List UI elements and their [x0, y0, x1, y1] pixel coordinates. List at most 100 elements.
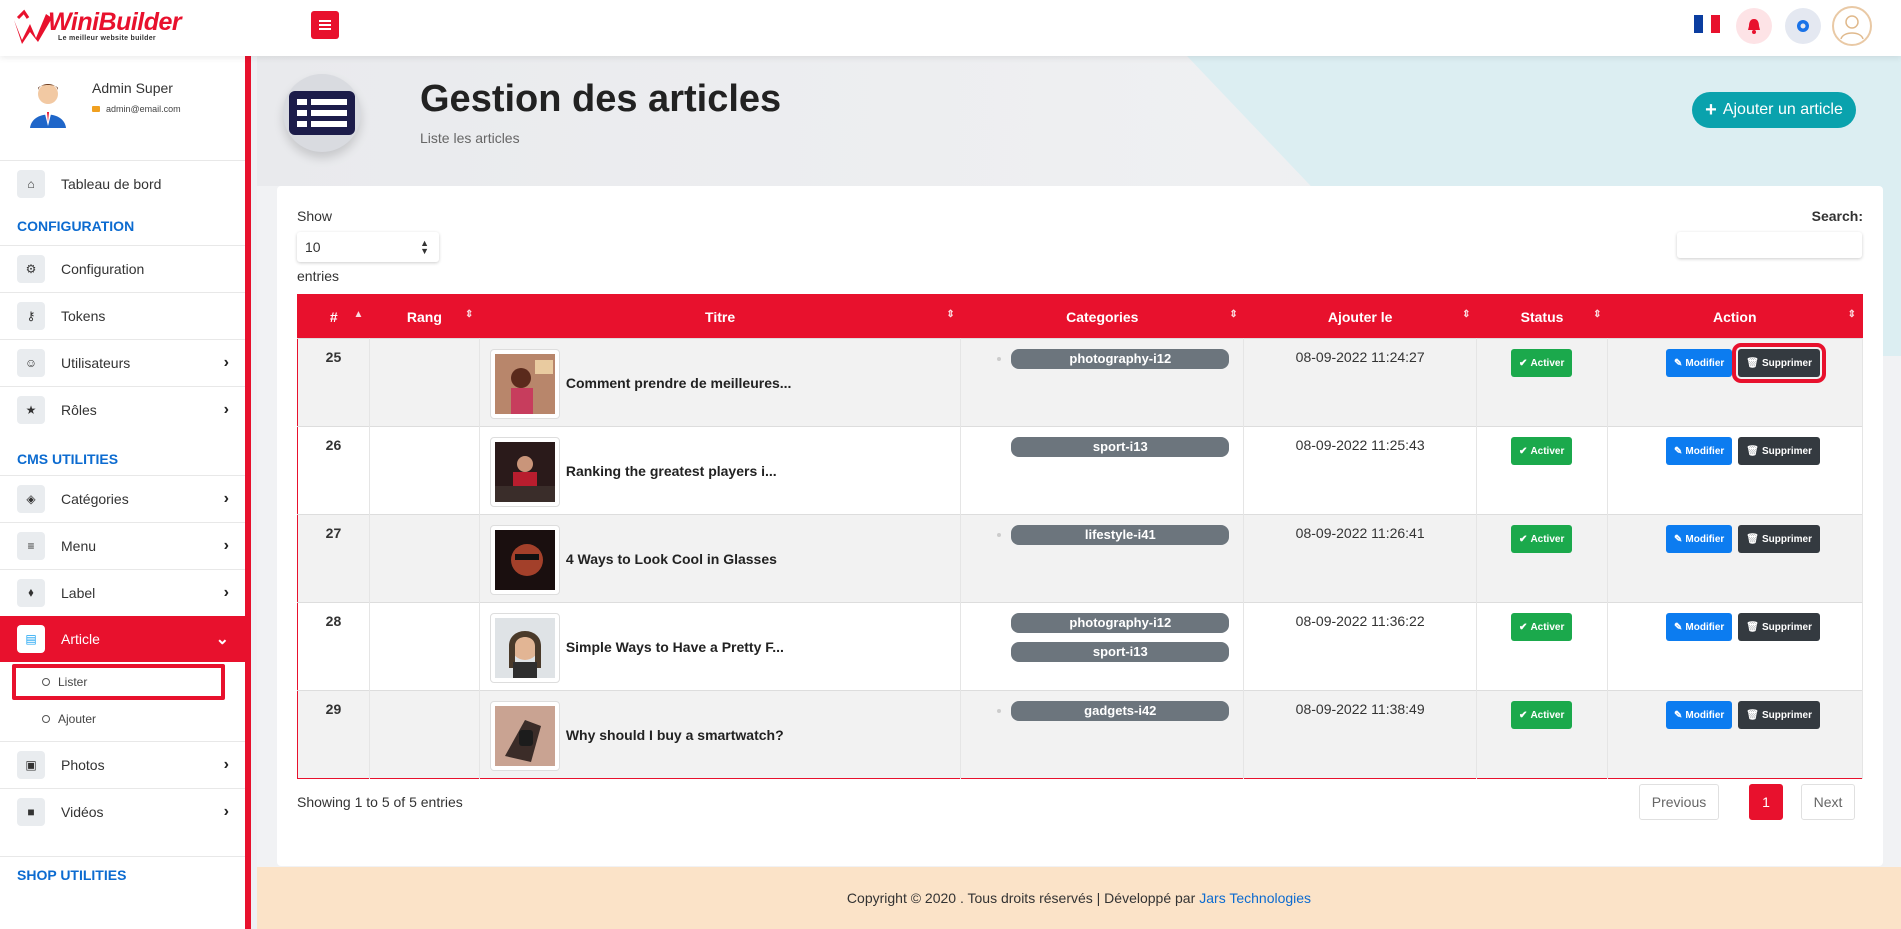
star-icon: ★	[17, 395, 45, 424]
edit-button[interactable]: ✎ Modifier	[1666, 525, 1733, 553]
search-label: Search:	[1811, 208, 1863, 224]
cell-id: 28	[297, 602, 370, 691]
page-1-button[interactable]: 1	[1749, 784, 1783, 820]
sidebar-item-categories[interactable]: ◈ Catégories ›	[0, 475, 245, 521]
menu-toggle-button[interactable]	[311, 11, 339, 39]
sidebar-item-label: Menu	[61, 537, 97, 554]
previous-page-button[interactable]: Previous	[1639, 784, 1719, 820]
article-title: Comment prendre de meilleures...	[565, 375, 792, 391]
sidebar-item-label: Catégories	[61, 490, 129, 507]
cell-actions: ✎ Modifier 🗑 Supprimer	[1607, 426, 1863, 515]
column-header-titre[interactable]: Titre ⇕	[479, 295, 960, 339]
article-thumbnail	[489, 701, 560, 771]
sort-icon: ⇕	[1462, 309, 1471, 320]
article-thumbnail	[489, 437, 560, 507]
article-title: Simple Ways to Have a Pretty F...	[565, 639, 784, 655]
status-activer-button[interactable]: ✔ Activer	[1511, 525, 1573, 553]
edit-button[interactable]: ✎ Modifier	[1666, 349, 1733, 377]
chevron-right-icon: ›	[223, 583, 229, 601]
article-title: Ranking the greatest players i...	[565, 463, 777, 479]
next-page-button[interactable]: Next	[1801, 784, 1855, 820]
thumbnail-image	[494, 530, 555, 590]
status-activer-button[interactable]: ✔ Activer	[1511, 437, 1573, 465]
status-label: Activer	[1530, 357, 1565, 369]
page-footer: Copyright © 2020 . Tous droits réservés …	[257, 867, 1901, 929]
delete-button[interactable]: 🗑 Supprimer	[1738, 613, 1820, 641]
column-header-rang[interactable]: Rang ⇕	[369, 295, 479, 339]
tags-icon: ⬧	[17, 578, 45, 607]
status-activer-button[interactable]: ✔ Activer	[1511, 349, 1573, 377]
chevron-right-icon: ›	[223, 400, 229, 418]
sidebar-subitem-ajouter[interactable]: Ajouter	[12, 701, 225, 737]
add-article-button[interactable]: + Ajouter un article	[1692, 92, 1856, 128]
page-subtitle: Liste les articles	[420, 130, 520, 146]
logo-tagline: Le meilleur website builder	[58, 35, 156, 42]
sidebar-subitem-lister[interactable]: Lister	[12, 664, 225, 700]
sort-icon: ⇕	[464, 309, 474, 320]
status-activer-button[interactable]: ✔ Activer	[1511, 701, 1573, 729]
trash-icon: 🗑	[1746, 621, 1759, 633]
sidebar-item-utilisateurs[interactable]: ☺ Utilisateurs ›	[0, 339, 245, 385]
column-header-id[interactable]: # ▲	[298, 295, 370, 339]
search-input[interactable]	[1677, 232, 1862, 258]
cell-date: 08-09-2022 11:38:49	[1243, 690, 1478, 779]
cell-id: 29	[297, 690, 370, 779]
home-icon: ⌂	[17, 169, 45, 198]
top-navbar: WiniBuilder Le meilleur website builder	[0, 0, 1901, 56]
cell-title: Why should I buy a smartwatch?	[479, 690, 962, 779]
column-header-date[interactable]: Ajouter le ⇕	[1244, 295, 1477, 339]
delete-button[interactable]: 🗑 Supprimer	[1738, 437, 1820, 465]
status-activer-button[interactable]: ✔ Activer	[1511, 613, 1573, 641]
delete-button[interactable]: 🗑 Supprimer	[1738, 525, 1820, 553]
column-header-status[interactable]: Status ⇕	[1477, 295, 1608, 339]
sidebar-item-roles[interactable]: ★ Rôles ›	[0, 386, 245, 432]
brand-logo[interactable]: WiniBuilder Le meilleur website builder	[12, 4, 182, 48]
column-header-action[interactable]: Action ⇕	[1608, 295, 1863, 339]
trash-icon: 🗑	[1746, 533, 1759, 545]
delete-button[interactable]: 🗑 Supprimer	[1738, 701, 1820, 729]
edit-icon: ✎	[1674, 445, 1683, 457]
user-menu-avatar[interactable]	[1832, 6, 1872, 46]
sort-icon: ⇕	[946, 309, 955, 320]
category-badge: lifestyle-i41	[997, 525, 1230, 545]
chevron-right-icon: ›	[223, 755, 229, 773]
notifications-button[interactable]	[1736, 8, 1772, 44]
chevron-right-icon: ›	[223, 802, 229, 820]
cell-date: 08-09-2022 11:24:27	[1243, 338, 1478, 427]
category-name: sport-i13	[1092, 644, 1148, 659]
edit-button[interactable]: ✎ Modifier	[1666, 437, 1733, 465]
cell-actions: ✎ Modifier 🗑 Supprimer	[1607, 514, 1863, 603]
company-link[interactable]: Jars Technologies	[1199, 890, 1311, 906]
sidebar-item-videos[interactable]: ■ Vidéos ›	[0, 788, 245, 834]
edit-label: Modifier	[1685, 621, 1725, 633]
language-flag-icon[interactable]	[1694, 15, 1721, 33]
page-size-select[interactable]: 10 ▲ ▼	[297, 232, 439, 262]
entries-label: entries	[297, 268, 340, 284]
sidebar-item-label-menu[interactable]: ⬧ Label ›	[0, 569, 245, 615]
category-name: gadgets-i42	[1084, 703, 1157, 718]
edit-button[interactable]: ✎ Modifier	[1666, 701, 1733, 729]
thumbnail-image	[494, 618, 555, 678]
column-header-categories[interactable]: Categories ⇕	[961, 295, 1244, 339]
sidebar-item-article[interactable]: ▤ Article ⌄	[0, 616, 245, 662]
edit-button[interactable]: ✎ Modifier	[1666, 613, 1733, 641]
sort-icon: ⇕	[1593, 309, 1602, 320]
sidebar-item-configuration[interactable]: ⚙ Configuration	[0, 245, 245, 291]
avatar	[30, 84, 66, 128]
add-article-label: Ajouter un article	[1722, 101, 1843, 118]
sidebar-item-tokens[interactable]: ⚷ Tokens	[0, 292, 245, 338]
sidebar-item-dashboard[interactable]: ⌂ Tableau de bord	[0, 160, 245, 206]
cell-rang	[369, 338, 480, 427]
sidebar-item-label: Tableau de bord	[61, 175, 162, 192]
sidebar-item-menu[interactable]: ≡ Menu ›	[0, 522, 245, 568]
thumbnail-image	[494, 706, 555, 766]
sidebar-item-photos[interactable]: ▣ Photos ›	[0, 741, 245, 787]
status-label: Activer	[1530, 621, 1565, 633]
cell-categories: lifestyle-i41	[960, 514, 1245, 603]
cell-categories: gadgets-i42	[960, 690, 1245, 779]
sidebar-item-label: Vidéos	[61, 803, 104, 820]
chevron-right-icon: ›	[223, 536, 229, 554]
edit-label: Modifier	[1685, 709, 1725, 721]
delete-button[interactable]: 🗑 Supprimer	[1732, 343, 1826, 383]
settings-button[interactable]	[1785, 8, 1821, 44]
